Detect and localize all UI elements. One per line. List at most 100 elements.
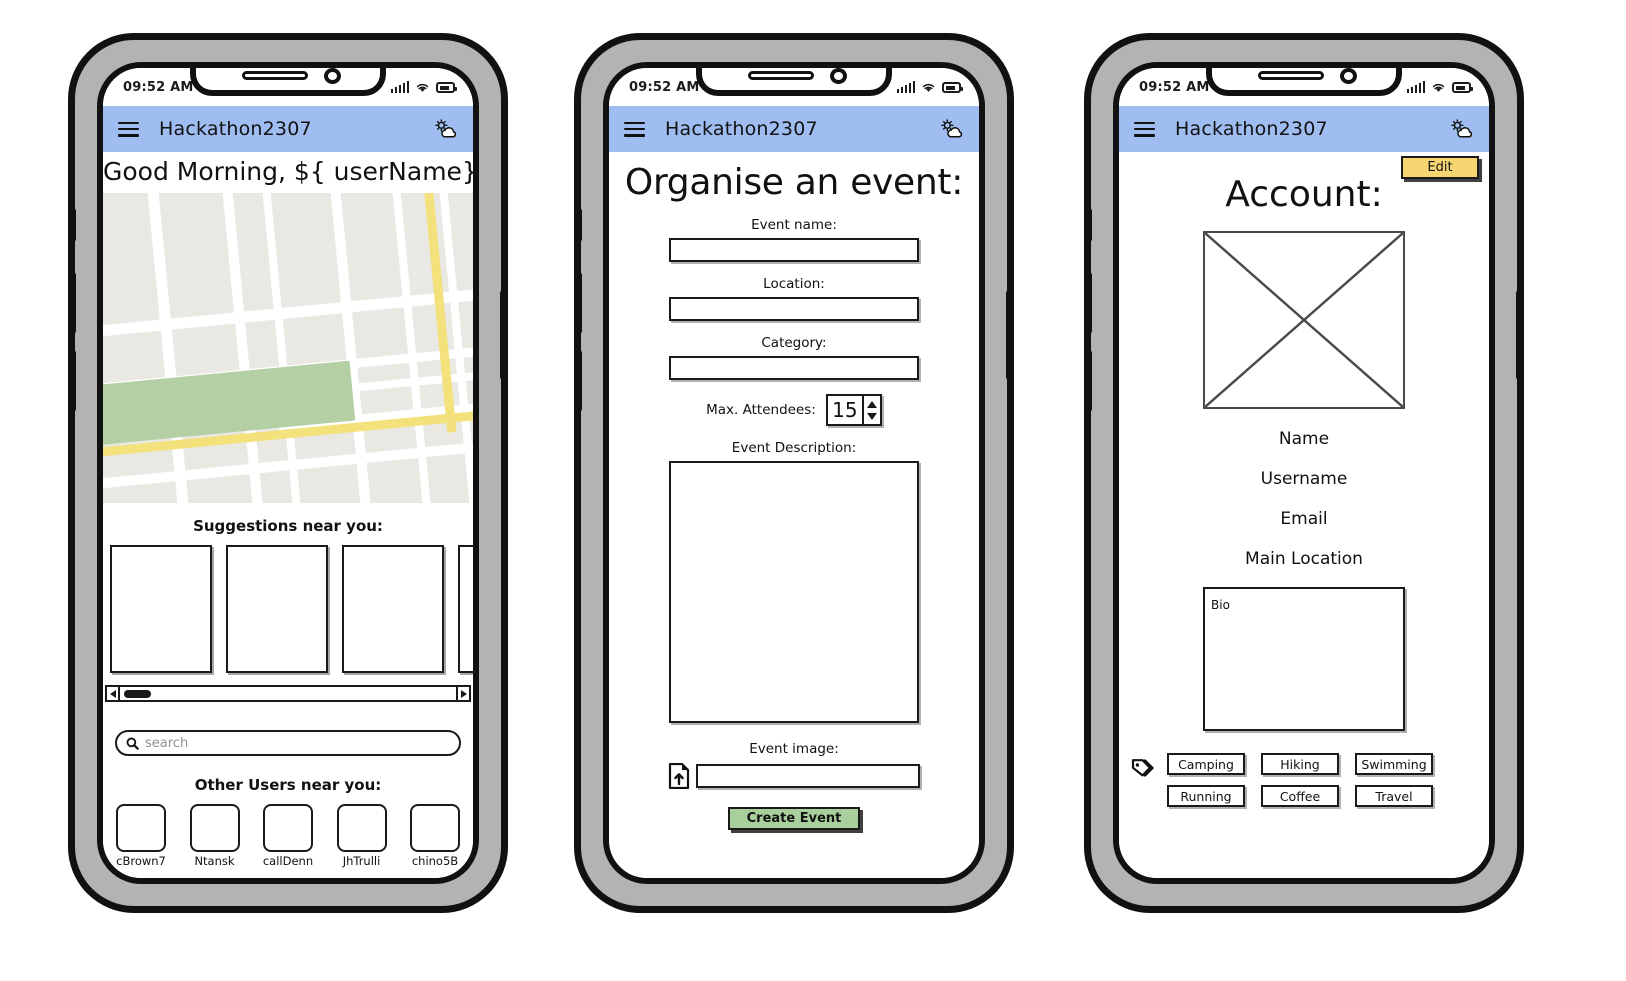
phone-notch	[696, 68, 892, 96]
phone-screen-account: 09:52 AM Hackathon2307 Edit Account: Nam…	[1113, 62, 1495, 884]
status-time: 09:52 AM	[1139, 79, 1210, 95]
list-item[interactable]: cBrown7	[113, 804, 169, 868]
stepper-up-arrow-icon[interactable]	[866, 400, 877, 408]
tags-icon	[1131, 759, 1154, 777]
hamburger-menu-icon[interactable]	[118, 121, 139, 137]
map-view[interactable]	[103, 193, 473, 503]
wifi-icon	[416, 83, 429, 92]
bio-field[interactable]: Bio	[1203, 587, 1405, 731]
front-camera	[1340, 68, 1357, 84]
phone-frame-organise-event: 09:52 AM Hackathon2307 Organise an event…	[574, 33, 1014, 913]
suggestions-horizontal-scrollbar[interactable]	[105, 685, 471, 702]
tag-chip[interactable]: Camping	[1167, 753, 1245, 775]
event-name-field[interactable]	[669, 238, 919, 262]
tag-chip[interactable]: Hiking	[1261, 753, 1339, 775]
phone-notch	[190, 68, 386, 96]
event-image-row	[609, 763, 979, 789]
avatar[interactable]	[263, 804, 313, 852]
list-item[interactable]: Ntansk	[187, 804, 243, 868]
list-item[interactable]: callDenn	[260, 804, 316, 868]
app-title: Hackathon2307	[159, 118, 312, 140]
search-placeholder: search	[145, 735, 189, 751]
list-item[interactable]: JhTrulli	[334, 804, 390, 868]
suggestion-card[interactable]	[342, 545, 444, 673]
avatar[interactable]	[116, 804, 166, 852]
file-upload-icon[interactable]	[668, 763, 690, 789]
profile-image-placeholder[interactable]	[1203, 231, 1405, 409]
suggestion-card[interactable]	[110, 545, 212, 673]
location-field[interactable]	[669, 297, 919, 321]
max-attendees-value[interactable]: 15	[828, 396, 864, 424]
tag-chip[interactable]: Travel	[1355, 785, 1433, 807]
edit-button[interactable]: Edit	[1401, 156, 1479, 179]
earpiece-speaker	[1258, 71, 1324, 80]
quantity-stepper[interactable]: 15	[825, 394, 882, 426]
account-username: Username	[1260, 469, 1348, 489]
stepper-arrows[interactable]	[864, 396, 880, 424]
phone-volume-up-button	[70, 272, 76, 334]
status-indicators	[1406, 81, 1473, 93]
user-name: Ntansk	[194, 854, 235, 868]
front-camera	[830, 68, 847, 84]
list-item[interactable]: chino5B	[407, 804, 463, 868]
app-bar: Hackathon2307	[1119, 106, 1489, 152]
event-description-field[interactable]	[669, 461, 919, 723]
user-name: callDenn	[262, 854, 314, 868]
account-name: Name	[1278, 429, 1330, 449]
page-title: Organise an event:	[624, 162, 964, 203]
phone-power-button	[500, 290, 506, 380]
weather-cloud-sun-icon[interactable]	[1449, 119, 1473, 139]
organise-event-body: Organise an event: Event name: Location:…	[609, 152, 979, 878]
other-users-heading: Other Users near you:	[194, 776, 382, 794]
home-screen-body: Good Morning, ${ userName}! Suggestions …	[103, 152, 473, 878]
category-field[interactable]	[669, 356, 919, 380]
hamburger-menu-icon[interactable]	[1134, 121, 1155, 137]
status-time: 09:52 AM	[123, 79, 194, 95]
tag-chip[interactable]: Swimming	[1355, 753, 1433, 775]
suggestion-card[interactable]	[458, 545, 473, 673]
event-image-field[interactable]	[696, 764, 920, 788]
weather-cloud-sun-icon[interactable]	[939, 119, 963, 139]
max-attendees-row: Max. Attendees: 15	[609, 394, 979, 426]
scroll-left-arrow-icon[interactable]	[107, 687, 120, 700]
phone-power-button	[1516, 290, 1522, 380]
tag-chip[interactable]: Running	[1167, 785, 1245, 807]
scroll-right-arrow-icon[interactable]	[456, 687, 469, 700]
earpiece-speaker	[242, 71, 308, 80]
suggestion-card[interactable]	[226, 545, 328, 673]
phone-volume-up-button	[576, 272, 582, 334]
interest-tags-grid: Camping Hiking Swimming Running Coffee T…	[1167, 753, 1433, 807]
stepper-down-arrow-icon[interactable]	[866, 412, 877, 420]
signal-bars-icon	[896, 81, 915, 93]
account-body: Edit Account: Name Username Email Main L…	[1119, 152, 1489, 878]
search-input[interactable]: search	[115, 730, 461, 756]
avatar[interactable]	[336, 804, 387, 852]
avatar[interactable]	[410, 804, 460, 852]
create-event-button[interactable]: Create Event	[728, 807, 860, 830]
bio-placeholder: Bio	[1211, 598, 1230, 612]
phone-screen-organise-event: 09:52 AM Hackathon2307 Organise an event…	[603, 62, 985, 884]
weather-cloud-sun-icon[interactable]	[433, 119, 457, 139]
phone-frame-home: 09:52 AM Hackathon2307 Good Morning, ${…	[68, 33, 508, 913]
app-bar: Hackathon2307	[103, 106, 473, 152]
avatar[interactable]	[189, 804, 240, 852]
scrollbar-thumb[interactable]	[124, 689, 151, 698]
battery-icon	[942, 82, 963, 93]
interest-tags-section: Camping Hiking Swimming Running Coffee T…	[1119, 731, 1489, 807]
search-icon	[126, 737, 139, 750]
wifi-icon	[922, 83, 935, 92]
phone-silent-switch	[1086, 208, 1092, 242]
battery-icon	[1452, 82, 1473, 93]
image-placeholder-icon	[1205, 233, 1403, 407]
status-time: 09:52 AM	[629, 79, 700, 95]
tag-chip[interactable]: Coffee	[1261, 785, 1339, 807]
status-indicators	[390, 81, 457, 93]
mockup-canvas: 09:52 AM Hackathon2307 Good Morning, ${…	[0, 0, 1626, 981]
max-attendees-label: Max. Attendees:	[706, 402, 816, 418]
suggestions-card-list[interactable]	[103, 545, 473, 675]
user-name: cBrown7	[116, 854, 166, 868]
hamburger-menu-icon[interactable]	[624, 121, 645, 137]
event-name-label: Event name:	[751, 217, 837, 233]
location-label: Location:	[763, 276, 825, 292]
account-main-location: Main Location	[1245, 549, 1363, 569]
